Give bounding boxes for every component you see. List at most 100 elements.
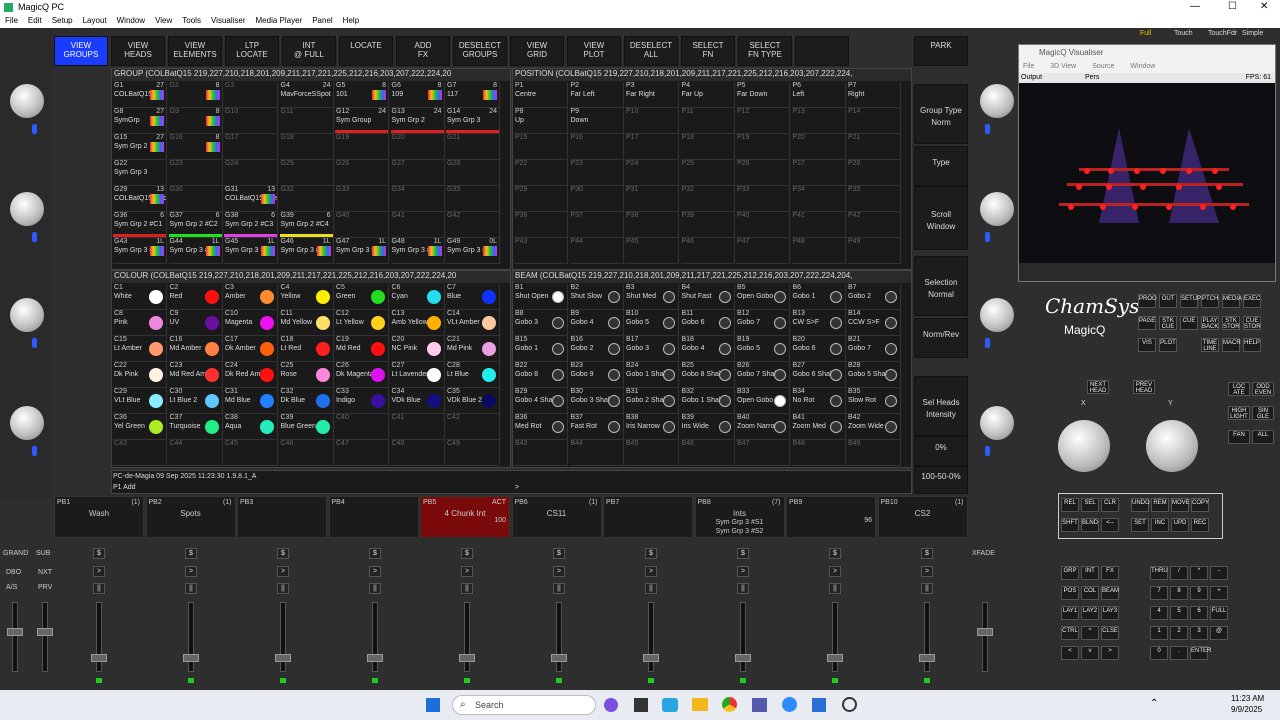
playback-go-button[interactable]: > xyxy=(369,566,381,577)
beam-cell[interactable]: B45 xyxy=(625,440,679,466)
encoder-knob-g[interactable] xyxy=(980,298,1014,332)
fader-knob[interactable] xyxy=(7,628,23,636)
vis-menu-item[interactable]: File xyxy=(1023,63,1034,70)
beam-cell[interactable]: B13 CW S>F xyxy=(791,310,846,336)
encoder-knob-a[interactable] xyxy=(10,84,44,118)
colour-cell[interactable]: C2 Red xyxy=(168,284,223,310)
crossfade-fader[interactable] xyxy=(982,602,988,672)
fader-knob[interactable] xyxy=(459,654,475,662)
menu-media-player[interactable]: Media Player xyxy=(251,15,308,26)
colour-cell[interactable]: C48 xyxy=(390,440,445,466)
key-out[interactable]: OUT xyxy=(1159,294,1177,308)
colour-cell[interactable]: C21 Md Pink xyxy=(446,336,500,362)
key-loc-ate[interactable]: LOC ATE xyxy=(1228,382,1250,396)
beam-cell[interactable]: B16 Gobo 2 xyxy=(569,336,624,362)
group-cell[interactable]: G13 24 Sym Grp 2 xyxy=(390,108,445,134)
position-cell[interactable]: P32 xyxy=(680,186,735,212)
position-cell[interactable]: P30 xyxy=(569,186,624,212)
position-cell[interactable]: P8 Up xyxy=(514,108,568,134)
group-cell[interactable]: G30 xyxy=(168,186,223,212)
top-button-2[interactable]: VIEW ELEMENTS xyxy=(168,36,222,66)
key-prog[interactable]: PROG xyxy=(1138,294,1157,308)
beam-cell[interactable]: B19 Gobo 5 xyxy=(736,336,790,362)
position-cell[interactable]: P11 xyxy=(680,108,735,134)
key-thru[interactable]: THRU xyxy=(1150,566,1168,580)
key-plot[interactable]: PLOT xyxy=(1159,338,1177,352)
playback-pause-button[interactable]: || xyxy=(369,583,381,594)
playback-pause-button[interactable]: || xyxy=(829,583,841,594)
playback-2[interactable]: PB2 (1) Spots xyxy=(145,496,236,538)
right-soft-button-0[interactable]: Group Type Norm xyxy=(914,84,968,144)
right-soft-button-2[interactable]: Scroll Window xyxy=(914,186,968,250)
position-cell[interactable]: P24 xyxy=(625,160,679,186)
top-button-11[interactable]: SELECT FN xyxy=(681,36,735,66)
key-stk-stor[interactable]: STK STOR xyxy=(1222,316,1240,330)
position-cell[interactable]: P41 xyxy=(791,212,846,238)
beam-cell[interactable]: B2 Shut Slow xyxy=(569,284,624,310)
menu-panel[interactable]: Panel xyxy=(307,15,337,26)
menu-view[interactable]: View xyxy=(150,15,177,26)
group-cell[interactable]: G40 xyxy=(335,212,389,238)
menu-visualiser[interactable]: Visualiser xyxy=(206,15,251,26)
fader-knob[interactable] xyxy=(551,654,567,662)
mode-touch[interactable]: Touch xyxy=(1174,30,1193,37)
colour-cell[interactable]: C36 Yel Green xyxy=(113,414,167,440)
colour-cell[interactable]: C16 Md Amber xyxy=(168,336,223,362)
fader-knob[interactable] xyxy=(367,654,383,662)
group-cell[interactable]: G21 xyxy=(446,134,500,160)
position-cell[interactable]: P21 xyxy=(847,134,901,160)
position-cell[interactable]: P28 xyxy=(847,160,901,186)
start-icon[interactable] xyxy=(426,698,440,712)
key-cue-stor[interactable]: CUE STOR xyxy=(1243,316,1261,330)
beam-cell[interactable]: B21 Gobo 7 xyxy=(847,336,901,362)
key-plus[interactable]: + xyxy=(1210,586,1228,600)
group-cell[interactable]: G15 27 Sym Grp 2 xyxy=(113,134,167,160)
zoom-icon[interactable] xyxy=(782,697,797,712)
position-cell[interactable]: P4 Far Up xyxy=(680,82,735,108)
colour-cell[interactable]: C32 Dk Blue xyxy=(279,388,334,414)
top-button-4[interactable]: INT @ FULL xyxy=(282,36,336,66)
colour-cell[interactable]: C39 Blue Green xyxy=(279,414,334,440)
key-9[interactable]: 9 xyxy=(1190,586,1208,600)
master-fader[interactable] xyxy=(42,602,48,672)
group-cell[interactable]: G48 1L Sym Grp 3 #S6 xyxy=(390,238,445,264)
colour-cell[interactable]: C28 Lt Blue xyxy=(446,362,500,388)
group-cell[interactable]: G31 13 COLBatQ15 Even xyxy=(224,186,278,212)
top-button-0[interactable]: VIEW GROUPS xyxy=(54,36,108,66)
group-cell[interactable]: G42 xyxy=(446,212,500,238)
beam-cell[interactable]: B17 Gobo 3 xyxy=(625,336,679,362)
key-prev-head[interactable]: PREV HEAD xyxy=(1133,380,1155,394)
vis-menu-item[interactable]: Source xyxy=(1092,63,1114,70)
playback-go-button[interactable]: > xyxy=(737,566,749,577)
group-cell[interactable]: G25 xyxy=(279,160,334,186)
colour-cell[interactable]: C37 Turquoise xyxy=(168,414,223,440)
group-cell[interactable]: G22 Sym Grp 3 xyxy=(113,160,167,186)
menu-edit[interactable]: Edit xyxy=(23,15,47,26)
position-cell[interactable]: P27 xyxy=(791,160,846,186)
top-button-5[interactable]: LOCATE xyxy=(339,36,393,66)
beam-cell[interactable]: B32 Gobo 1 Shake xyxy=(680,388,735,414)
colour-cell[interactable]: C27 Lt Lavender xyxy=(390,362,445,388)
playback-s-button[interactable]: $ xyxy=(645,548,657,559)
position-cell[interactable]: P16 xyxy=(569,134,624,160)
position-cell[interactable]: P22 xyxy=(514,160,568,186)
fader-knob[interactable] xyxy=(275,654,291,662)
close-button[interactable]: ✕ xyxy=(1260,1,1268,12)
key-4[interactable]: 4 xyxy=(1150,606,1168,620)
key-left[interactable]: < xyxy=(1061,646,1079,660)
position-cell[interactable]: P37 xyxy=(569,212,624,238)
position-cell[interactable]: P12 xyxy=(736,108,790,134)
group-cell[interactable]: G29 13 COLBatQ15 Odd xyxy=(113,186,167,212)
position-cell[interactable]: P42 xyxy=(847,212,901,238)
encoder-knob-f[interactable] xyxy=(980,192,1014,226)
beam-cell[interactable]: B7 Gobo 2 xyxy=(847,284,901,310)
playback-s-button[interactable]: $ xyxy=(461,548,473,559)
menu-help[interactable]: Help xyxy=(338,15,364,26)
encoder-knob-d[interactable] xyxy=(10,406,44,440)
minimize-button[interactable]: — xyxy=(1190,1,1200,12)
key-help[interactable]: HELP xyxy=(1243,338,1261,352)
key-right[interactable]: > xyxy=(1101,646,1119,660)
group-cell[interactable]: G2 8 xyxy=(168,82,223,108)
group-cell[interactable]: G36 6 Sym Grp 2 #C1 xyxy=(113,212,167,238)
beam-cell[interactable]: B18 Gobo 4 xyxy=(680,336,735,362)
